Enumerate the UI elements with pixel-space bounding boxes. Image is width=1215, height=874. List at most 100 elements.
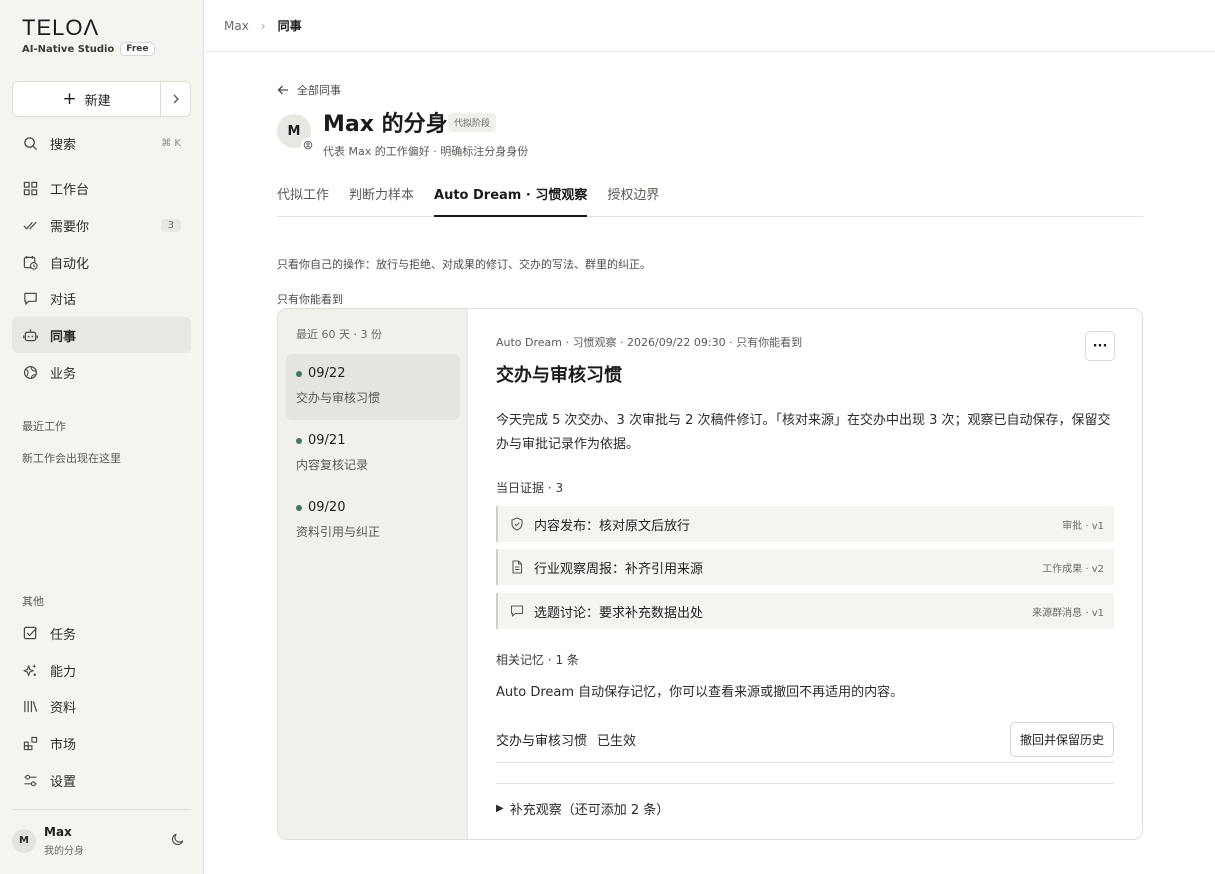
evidence-text: 内容发布：核对原文后放行 — [534, 518, 691, 534]
tab-judgment-samples[interactable]: 判断力样本 — [349, 184, 414, 217]
privacy-label: 只有你能看到 — [277, 293, 343, 306]
stage-badge: 代拟阶段 — [448, 113, 497, 132]
logo[interactable]: TELOΛ — [22, 16, 155, 40]
chat-bubble-icon — [510, 604, 524, 618]
day-item[interactable]: 09/20 资料引用与纠正 — [286, 488, 460, 554]
sliders-icon — [22, 772, 38, 788]
status-dot — [296, 437, 302, 444]
day-item[interactable]: 09/21 内容复核记录 — [286, 421, 460, 487]
day-list: 最近 60 天 · 3 份 09/22 交办与审核习惯 09/21 内容复核记录… — [278, 309, 468, 839]
day-title: 内容复核记录 — [296, 458, 369, 472]
avatar-initial: M — [287, 123, 301, 139]
evidence-item[interactable]: 行业观察周报：补齐引用来源 工作成果 · v2 — [496, 549, 1114, 585]
evidence-tag: 工作成果 · v2 — [1042, 563, 1104, 575]
double-check-icon — [22, 217, 38, 233]
new-button-label: 新建 — [84, 93, 111, 109]
evidence-tag: 审批 · v1 — [1062, 520, 1104, 532]
revoke-keep-history-button[interactable]: 撤回并保留历史 — [1009, 722, 1114, 757]
day-date: 09/22 — [308, 366, 346, 381]
observation-meta: Auto Dream · 习惯观察 · 2026/09/22 09:30 · 只… — [496, 336, 803, 349]
chat-bubble-icon — [22, 290, 38, 306]
tab-auto-dream[interactable]: Auto Dream · 习惯观察 — [434, 184, 588, 217]
plus-icon: + — [62, 88, 77, 109]
status-dot — [296, 504, 302, 511]
day-item[interactable]: 09/22 交办与审核习惯 — [286, 354, 460, 420]
sidebar-item-label: 能力 — [50, 664, 77, 680]
sidebar-item-label: 自动化 — [50, 256, 90, 272]
sidebar-item-automation[interactable]: 自动化 — [12, 244, 191, 280]
colleague-avatar: M — [277, 114, 314, 151]
back-link[interactable]: 全部同事 — [277, 82, 341, 98]
sidebar-item-business[interactable]: 业务 — [12, 354, 191, 390]
status-dot — [296, 370, 302, 377]
sidebar-item-market[interactable]: 市场 — [12, 725, 191, 761]
sidebar-item-label: 业务 — [50, 366, 77, 382]
avatar: M — [12, 828, 36, 853]
breadcrumb-current: 同事 — [277, 19, 302, 33]
triangle-right-icon: ▶ — [496, 803, 504, 814]
day-date: 09/21 — [308, 433, 346, 448]
sidebar-search[interactable]: 搜索 ⌘ K — [12, 125, 191, 161]
sidebar-item-library[interactable]: 资料 — [12, 688, 191, 724]
sidebar-item-label: 同事 — [50, 329, 77, 345]
sidebar-item-tasks[interactable]: 任务 — [12, 615, 191, 651]
day-title: 资料引用与纠正 — [296, 525, 381, 539]
evidence-heading: 当日证据 · 3 — [496, 481, 564, 495]
sidebar-item-conversations[interactable]: 对话 — [12, 280, 191, 316]
search-shortcut: ⌘ K — [161, 137, 181, 149]
day-title: 交办与审核习惯 — [296, 391, 381, 405]
evidence-item[interactable]: 内容发布：核对原文后放行 审批 · v1 — [496, 506, 1114, 542]
expand-chevron-button[interactable] — [160, 82, 190, 116]
sidebar-item-workbench[interactable]: 工作台 — [12, 170, 191, 206]
sidebar-item-needs-you[interactable]: 需要你 3 — [12, 207, 191, 243]
sidebar-item-settings[interactable]: 设置 — [12, 762, 191, 798]
sidebar-item-abilities[interactable]: 能力 — [12, 652, 191, 688]
memory-status: 已生效 — [597, 734, 637, 749]
tab-drafting[interactable]: 代拟工作 — [277, 184, 329, 217]
globe-icon — [22, 364, 38, 380]
day-date: 09/20 — [308, 500, 346, 515]
count-badge: 3 — [160, 218, 181, 232]
evidence-tag: 来源群消息 · v1 — [1032, 607, 1104, 619]
memory-description: Auto Dream 自动保存记忆，你可以查看来源或撤回不再适用的内容。 — [496, 685, 904, 700]
tab-bar: 代拟工作 判断力样本 Auto Dream · 习惯观察 授权边界 — [277, 184, 1143, 217]
robot-icon — [22, 327, 38, 343]
other-heading: 其他 — [22, 595, 44, 608]
evidence-item[interactable]: 选题讨论：要求补充数据出处 来源群消息 · v1 — [496, 593, 1114, 629]
sidebar-item-label: 设置 — [50, 774, 77, 790]
new-button[interactable]: + 新建 — [13, 82, 160, 116]
page-subtitle: 代表 Max 的工作偏好 · 明确标注分身身份 — [323, 145, 529, 158]
moon-icon[interactable] — [171, 832, 185, 850]
arrow-left-icon — [277, 85, 288, 95]
sidebar-item-label: 市场 — [50, 737, 77, 753]
chevron-right-icon: › — [260, 18, 266, 33]
memory-heading: 相关记忆 · 1 条 — [496, 653, 579, 667]
observation-body: 今天完成 5 次交办、3 次审批与 2 次稿件修订。「核对来源」在交办中出现 3… — [496, 413, 1111, 452]
breadcrumb-parent[interactable]: Max — [224, 19, 249, 33]
recent-work-empty: 新工作会出现在这里 — [22, 452, 121, 465]
sidebar-item-label: 工作台 — [50, 182, 90, 198]
observation-detail: Auto Dream · 习惯观察 · 2026/09/22 09:30 · 只… — [496, 309, 1115, 839]
recent-work-heading: 最近工作 — [22, 420, 66, 433]
tab-authorization-boundary[interactable]: 授权边界 — [607, 184, 659, 217]
evidence-text: 行业观察周报：补齐引用来源 — [534, 561, 704, 577]
calendar-clock-icon — [22, 254, 38, 270]
sidebar-item-colleagues[interactable]: 同事 — [12, 317, 191, 353]
supplement-label: 补充观察（还可添加 2 条） — [509, 803, 670, 818]
chevron-right-icon — [173, 94, 179, 104]
checkbox-icon — [22, 625, 38, 641]
sidebar: TELOΛ AI-Native Studio Free + 新建 搜索 ⌘ K … — [0, 0, 204, 874]
sidebar-item-label: 资料 — [50, 700, 77, 716]
more-options-button[interactable]: ··· — [1085, 331, 1115, 361]
studio-label: AI-Native Studio — [22, 43, 115, 55]
search-label: 搜索 — [50, 137, 77, 153]
user-profile[interactable]: M Max 我的分身 — [12, 809, 191, 871]
sidebar-item-label: 任务 — [50, 627, 77, 643]
range-label: 最近 60 天 · 3 份 — [296, 328, 382, 341]
sparkles-icon — [22, 662, 38, 678]
supplement-toggle[interactable]: ▶ 补充观察（还可添加 2 条） — [496, 799, 669, 818]
library-icon — [22, 698, 38, 714]
brand: TELOΛ AI-Native Studio Free — [22, 16, 155, 56]
memory-item: 交办与审核习惯 已生效 撤回并保留历史 — [496, 717, 1114, 763]
divider — [496, 783, 1114, 784]
